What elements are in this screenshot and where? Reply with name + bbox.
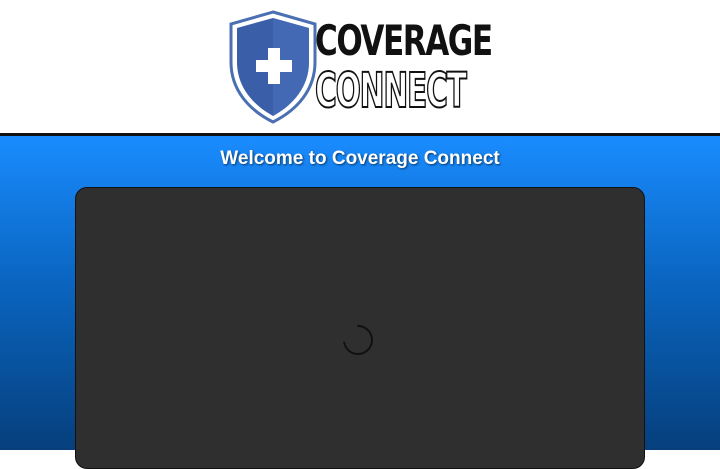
loading-spinner-icon (343, 325, 373, 355)
site-header: COVERAGE CONNECT (0, 0, 720, 133)
logo-wordmark-top: COVERAGE (315, 16, 493, 65)
main-content: Welcome to Coverage Connect (0, 136, 720, 469)
shield-cross-icon (229, 10, 317, 124)
content-panel (75, 187, 645, 469)
logo-wordmark-bottom: CONNECT (314, 63, 467, 119)
welcome-heading: Welcome to Coverage Connect (220, 148, 500, 169)
coverage-connect-logo[interactable]: COVERAGE CONNECT (229, 10, 493, 124)
